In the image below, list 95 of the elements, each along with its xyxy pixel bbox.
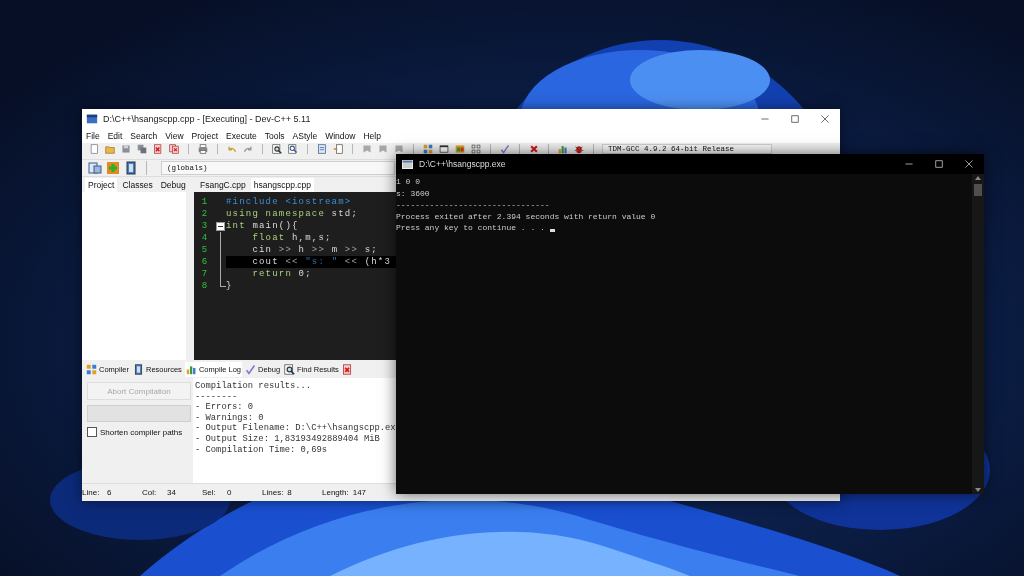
- printer-icon[interactable]: [197, 144, 209, 154]
- code-line: cin >> h >> m >> s;: [251, 244, 378, 256]
- window-title: D:\C++\hsangscpp.exe: [419, 159, 506, 169]
- book-icon[interactable]: [124, 161, 138, 175]
- line-number: 1: [201, 196, 208, 208]
- console-line: --------------------------------: [396, 199, 550, 211]
- panel-tab[interactable]: Project: [85, 178, 118, 192]
- checkbox[interactable]: [87, 427, 97, 437]
- code-line: float h,m,s;: [251, 232, 332, 244]
- code-line: #include <iostream>: [226, 196, 352, 208]
- log-line: - Output Size: 1,83193492889404 MiB: [195, 433, 380, 445]
- app-icon: [86, 113, 98, 125]
- scrollbar[interactable]: [972, 174, 984, 494]
- maximize-icon[interactable]: [790, 114, 800, 124]
- menu-item[interactable]: Help: [363, 131, 381, 141]
- close-icon[interactable]: [820, 114, 830, 124]
- log-line: - Errors: 0: [195, 402, 254, 413]
- panel-tab[interactable]: Debug: [157, 178, 189, 192]
- menu-item[interactable]: Execute: [226, 131, 257, 141]
- line-number: 2: [201, 208, 208, 220]
- console-line: 1 0 0: [396, 176, 420, 188]
- status-value: 8: [287, 487, 292, 497]
- log-line: Compilation results...: [195, 381, 312, 392]
- code-line: cout << "s: " << (h*3: [251, 256, 392, 268]
- menu-item[interactable]: Edit: [107, 131, 123, 141]
- file-tab[interactable]: FsangC.cpp: [197, 178, 249, 192]
- menu-item[interactable]: File: [86, 131, 100, 141]
- redo-icon[interactable]: [242, 144, 254, 154]
- book-icon: [133, 363, 144, 375]
- menu-item[interactable]: View: [165, 131, 184, 141]
- grid-icon: [86, 363, 97, 375]
- status-value: 147: [352, 487, 367, 497]
- bar-chart-icon[interactable]: [557, 144, 569, 154]
- status-value: 34: [167, 487, 176, 497]
- indent-icon[interactable]: [332, 144, 344, 154]
- page-icon[interactable]: [88, 144, 100, 154]
- panel-tab[interactable]: Classes: [119, 178, 156, 192]
- menu-item[interactable]: Project: [191, 131, 219, 141]
- grid-outline-icon[interactable]: [470, 144, 482, 154]
- code-line: }: [226, 280, 233, 292]
- status-label: Line:: [82, 487, 101, 497]
- file-tab[interactable]: hsangscpp.cpp: [250, 178, 315, 192]
- line-number: 3: [201, 220, 208, 232]
- window-icon[interactable]: [438, 144, 450, 154]
- status-value: 6: [107, 487, 112, 497]
- bar-chart-icon: [185, 363, 197, 375]
- text-cursor: [549, 228, 555, 232]
- search-icon: [284, 363, 296, 375]
- magnifier-page-icon[interactable]: [287, 144, 299, 154]
- down-arrow-icon[interactable]: [974, 486, 982, 494]
- page-lines-icon[interactable]: [316, 144, 328, 154]
- check-icon[interactable]: [499, 144, 511, 154]
- status-label: Length:: [322, 487, 350, 497]
- code-line: return 0;: [251, 268, 312, 280]
- status-label: Col:: [142, 487, 158, 497]
- search-icon[interactable]: [271, 144, 283, 154]
- colored-window-icon[interactable]: [454, 144, 466, 154]
- fold-icon[interactable]: [216, 221, 225, 231]
- code-line: int main(){: [226, 220, 299, 232]
- window-title: D:\C++\hsangscpp.cpp - [Executing] - Dev-C++ 5.11: [103, 114, 311, 124]
- line-number: 8: [201, 280, 208, 292]
- cross-icon[interactable]: [528, 144, 540, 154]
- checkbox-label: Shorten compiler paths: [100, 427, 183, 437]
- log-line: --------: [195, 391, 238, 403]
- console-icon: [402, 159, 413, 169]
- class-icon[interactable]: [88, 161, 102, 175]
- check-icon: [245, 363, 256, 375]
- up-arrow-icon[interactable]: [974, 174, 982, 182]
- menu-item[interactable]: Window: [325, 131, 356, 141]
- console-line: s: 3600: [396, 187, 430, 199]
- scroll-thumb[interactable]: [974, 184, 982, 196]
- code-editor[interactable]: 1 2 3 4 5 6 7 8 #include <iostream> using namespace std; int main(){ float h,m,s; cin >> h >> m >> s; cout << "s: " << (h*3 return 0; }: [194, 192, 396, 360]
- console-line: Press any key to continue . . .: [396, 222, 546, 234]
- log-line: - Output Filename: D:\C++\hsangscpp.ex: [195, 423, 396, 434]
- menu-item[interactable]: Tools: [264, 131, 285, 141]
- menu-item[interactable]: AStyle: [292, 131, 318, 141]
- line-number: 5: [201, 244, 208, 256]
- console-line: Process exited after 2.394 seconds with return value 0: [396, 210, 656, 222]
- log-line: - Warnings: 0: [195, 412, 264, 423]
- bug-icon[interactable]: [573, 144, 585, 154]
- status-label: Sel:: [202, 487, 217, 497]
- menu-item[interactable]: Search: [130, 131, 158, 141]
- status-value: 0: [227, 487, 232, 497]
- close-files-icon[interactable]: [168, 144, 180, 154]
- line-number: 4: [201, 232, 208, 244]
- line-number: 6: [201, 256, 208, 268]
- close-file-icon[interactable]: [341, 363, 353, 375]
- floppies-icon[interactable]: [136, 144, 148, 154]
- grid-icon[interactable]: [422, 144, 434, 154]
- floppy-icon[interactable]: [120, 144, 132, 154]
- line-number: 7: [201, 268, 208, 280]
- code-line: using namespace std;: [226, 208, 359, 220]
- close-file-icon[interactable]: [152, 144, 164, 154]
- log-line: - Compilation Time: 0,69s: [195, 444, 327, 456]
- status-label: Lines:: [262, 487, 285, 497]
